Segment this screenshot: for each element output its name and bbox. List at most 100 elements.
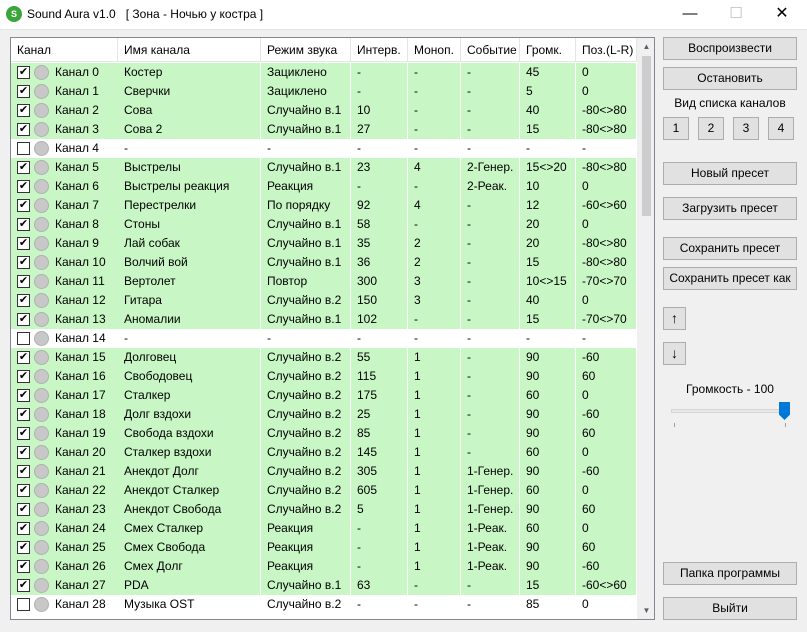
table-row[interactable]: ✔ Канал 9 Лай собак Случайно в.1 35 2-20 -80<>… (11, 234, 637, 253)
move-up-button[interactable]: ↑ (663, 307, 686, 330)
table-row[interactable]: ✔ Канал 5 Выстрелы Случайно в.1 23 4 2-Генер. 1… (11, 158, 637, 177)
channel-enabled-checkbox[interactable]: ✔ (17, 275, 30, 288)
scroll-down-icon[interactable]: ▼ (638, 602, 654, 619)
channel-enabled-checkbox[interactable]: ✔ (17, 218, 30, 231)
column-header-volume[interactable]: Громк. (520, 38, 576, 62)
column-header-interval[interactable]: Интерв. (351, 38, 408, 62)
table-row[interactable]: Канал 4------- (11, 139, 637, 158)
table-row[interactable]: ✔ Канал 6 Выстрелы реакция Реакция - -2-Реак.… (11, 177, 637, 196)
column-header-mode[interactable]: Режим звука (261, 38, 351, 62)
channel-label: Канал 11 (55, 274, 105, 288)
scroll-up-icon[interactable]: ▲ (638, 38, 654, 55)
table-row[interactable]: ✔ Канал 18 Долг вздохи Случайно в.2 25 1-90 -6… (11, 405, 637, 424)
channel-enabled-checkbox[interactable] (17, 142, 30, 155)
table-row[interactable]: ✔ Канал 10 Волчий вой Случайно в.1 36 2-15 -80… (11, 253, 637, 272)
channel-enabled-checkbox[interactable]: ✔ (17, 294, 30, 307)
channel-enabled-checkbox[interactable]: ✔ (17, 237, 30, 250)
new-preset-button[interactable]: Новый пресет (663, 162, 797, 185)
table-row[interactable]: Канал 14- - - - - - - (11, 329, 637, 348)
channel-enabled-checkbox[interactable]: ✔ (17, 389, 30, 402)
cell-position: 0 (576, 519, 637, 538)
table-row[interactable]: ✔ Канал 1 Сверчки Зациклено - - -5 0 (11, 82, 637, 101)
channel-enabled-checkbox[interactable] (17, 332, 30, 345)
load-preset-button[interactable]: Загрузить пресет (663, 197, 797, 220)
close-button[interactable]: ✕ (759, 0, 805, 30)
table-row[interactable]: ✔ Канал 21 Анекдот Долг Случайно в.2 305 1 1-Г… (11, 462, 637, 481)
exit-button[interactable]: Выйти (663, 597, 797, 620)
stop-button[interactable]: Остановить (663, 67, 797, 90)
channel-enabled-checkbox[interactable]: ✔ (17, 161, 30, 174)
play-button[interactable]: Воспроизвести (663, 37, 797, 60)
channel-enabled-checkbox[interactable]: ✔ (17, 579, 30, 592)
table-row[interactable]: Канал 28 Музыка OST Случайно в.2- - -85 0 (11, 595, 637, 614)
column-header-name[interactable]: Имя канала (118, 38, 261, 62)
channel-enabled-checkbox[interactable]: ✔ (17, 427, 30, 440)
table-row[interactable]: ✔ Канал 8 Стоны Случайно в.1 58- -20 0 (11, 215, 637, 234)
channel-enabled-checkbox[interactable]: ✔ (17, 370, 30, 383)
table-row[interactable]: ✔ Канал 2 Сова Случайно в.1 10- -40 -80<>80 (11, 101, 637, 120)
channel-enabled-checkbox[interactable]: ✔ (17, 104, 30, 117)
channel-enabled-checkbox[interactable]: ✔ (17, 313, 30, 326)
table-row[interactable]: ✔ Канал 3 Сова 2 Случайно в.1 27- -15 -80<>80 (11, 120, 637, 139)
cell-event: 1-Генер. (461, 500, 520, 519)
channel-label: Канал 10 (55, 255, 106, 269)
channel-enabled-checkbox[interactable]: ✔ (17, 560, 30, 573)
table-row[interactable]: ✔ Канал 19 Свобода вздохи Случайно в.2 85 1-9… (11, 424, 637, 443)
table-row[interactable]: ✔ Канал 11 Вертолет Повтор 300 3-10<>15 -70<>7… (11, 272, 637, 291)
minimize-button[interactable]: — (667, 0, 713, 30)
table-row[interactable]: ✔ Канал 20 Сталкер вздохи Случайно в.2 145 1-… (11, 443, 637, 462)
table-row[interactable]: ✔ Канал 16 Свободовец Случайно в.2 115 1-90 60 (11, 367, 637, 386)
column-header-position[interactable]: Поз.(L-R) (576, 38, 637, 62)
cell-interval: - (351, 595, 408, 614)
maximize-button[interactable]: ☐ (713, 0, 759, 30)
channel-enabled-checkbox[interactable]: ✔ (17, 446, 30, 459)
cell-mono: - (408, 120, 461, 139)
cell-mono: - (408, 177, 461, 196)
channel-enabled-checkbox[interactable]: ✔ (17, 408, 30, 421)
volume-slider-thumb[interactable] (779, 402, 790, 420)
channel-enabled-checkbox[interactable] (17, 598, 30, 611)
channel-enabled-checkbox[interactable]: ✔ (17, 199, 30, 212)
view-mode-1-button[interactable]: 1 (663, 117, 689, 140)
channel-enabled-checkbox[interactable]: ✔ (17, 351, 30, 364)
cell-interval: 10 (351, 101, 408, 120)
vertical-scrollbar[interactable]: ▲ ▼ (637, 38, 654, 619)
view-mode-2-button[interactable]: 2 (698, 117, 724, 140)
channel-enabled-checkbox[interactable]: ✔ (17, 465, 30, 478)
channel-enabled-checkbox[interactable]: ✔ (17, 256, 30, 269)
scroll-thumb[interactable] (642, 56, 651, 216)
column-header-event[interactable]: Событие (461, 38, 520, 62)
table-row[interactable]: ✔ Канал 25 Смех Свобода Реакция -1 1-Реак. 90 6… (11, 538, 637, 557)
table-row[interactable]: ✔ Канал 27 PDA Случайно в.1 63- -15 -60<>60 (11, 576, 637, 595)
table-row[interactable]: ✔ Канал 17 Сталкер Случайно в.2 175 1-60 0 (11, 386, 637, 405)
channel-enabled-checkbox[interactable]: ✔ (17, 66, 30, 79)
title-bar: S Sound Aura v1.0 [ Зона - Ночью у костр… (0, 0, 807, 30)
channel-enabled-checkbox[interactable]: ✔ (17, 180, 30, 193)
channel-enabled-checkbox[interactable]: ✔ (17, 541, 30, 554)
table-row[interactable]: ✔ Канал 15 Долговец Случайно в.2 55 1-90 -60 (11, 348, 637, 367)
table-row[interactable]: ✔ Канал 12 Гитара Случайно в.2 150 3-40 0 (11, 291, 637, 310)
view-mode-4-button[interactable]: 4 (768, 117, 794, 140)
channel-enabled-checkbox[interactable]: ✔ (17, 503, 30, 516)
table-row[interactable]: ✔ Канал 26 Смех Долг Реакция -1 1-Реак. 90 -60 (11, 557, 637, 576)
channel-list[interactable]: Канал Имя канала Режим звука Интерв. Моноп. С… (10, 37, 655, 620)
table-row[interactable]: ✔ Канал 24 Смех Сталкер Реакция -1 1-Реак. 60 0 (11, 519, 637, 538)
table-row[interactable]: ✔ Канал 23 Анекдот Свобода Случайно в.2 5 1 1-… (11, 500, 637, 519)
view-mode-3-button[interactable]: 3 (733, 117, 759, 140)
channel-enabled-checkbox[interactable]: ✔ (17, 85, 30, 98)
table-row[interactable]: ✔ Канал 22 Анекдот Сталкер Случайно в.2 605 1… (11, 481, 637, 500)
channel-enabled-checkbox[interactable]: ✔ (17, 522, 30, 535)
program-folder-button[interactable]: Папка программы (663, 562, 797, 585)
volume-slider-track[interactable] (671, 409, 788, 413)
save-preset-button[interactable]: Сохранить пресет (663, 237, 797, 260)
save-preset-as-button[interactable]: Сохранить пресет как (663, 267, 797, 290)
table-row[interactable]: ✔ Канал 7 Перестрелки По порядку 92 4-12 -60<>… (11, 196, 637, 215)
column-header-channel[interactable]: Канал (11, 38, 118, 62)
move-down-button[interactable]: ↓ (663, 342, 686, 365)
table-row[interactable]: ✔ Канал 13 Аномалии Случайно в.1 102- -15 -70<… (11, 310, 637, 329)
column-header-mono[interactable]: Моноп. (408, 38, 461, 62)
table-row[interactable]: ✔ Канал 0 Костер Зациклено - - -45 0 (11, 63, 637, 82)
cell-position: 60 (576, 424, 637, 443)
channel-enabled-checkbox[interactable]: ✔ (17, 123, 30, 136)
channel-enabled-checkbox[interactable]: ✔ (17, 484, 30, 497)
